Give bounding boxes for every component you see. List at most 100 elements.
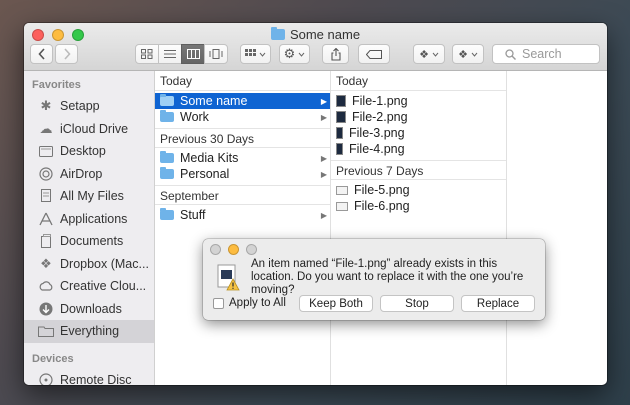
icon-view-button[interactable] (135, 44, 159, 64)
list-item-work[interactable]: Work ▶ (155, 109, 330, 125)
sidebar-item-setapp[interactable]: ✱ Setapp (24, 95, 154, 118)
folder-icon (270, 27, 285, 40)
action-button[interactable]: ⚙ (279, 44, 310, 64)
chevron-right-icon: ▶ (320, 112, 327, 122)
favorites-header: Favorites (32, 79, 81, 91)
sidebar-item-icloud-drive[interactable]: ☁ iCloud Drive (24, 118, 154, 141)
columns-icon (186, 49, 200, 59)
cover-flow-icon (209, 49, 223, 59)
tags-button[interactable] (358, 44, 390, 64)
image-file-icon (336, 185, 348, 195)
list-item-media-kits[interactable]: Media Kits ▶ (155, 150, 330, 166)
dropbox-button[interactable]: ❖ (413, 44, 445, 64)
tags-control (358, 44, 390, 64)
folder-icon (160, 151, 174, 163)
documents-icon (38, 233, 54, 249)
folder-icon (160, 94, 174, 106)
dropbox-icon: ❖ (458, 48, 468, 61)
list-item-file-4[interactable]: File-4.png (331, 141, 506, 157)
share-icon (330, 47, 341, 61)
dropbox-share-button[interactable]: ❖ (452, 44, 484, 64)
grid-icon (141, 49, 153, 59)
sidebar-item-remote-disc[interactable]: Remote Disc (24, 369, 154, 385)
chevron-right-icon: ▶ (320, 153, 327, 163)
dropbox-control: ❖ (413, 44, 445, 64)
desktop-icon (38, 143, 54, 159)
section-header: Previous 7 Days (331, 160, 506, 180)
sidebar-item-applications[interactable]: Applications (24, 208, 154, 231)
search-field[interactable]: Search (492, 44, 600, 64)
sidebar-item-airdrop[interactable]: AirDrop (24, 163, 154, 186)
list-item-personal[interactable]: Personal ▶ (155, 166, 330, 182)
devices-header: Devices (32, 352, 74, 365)
back-button[interactable] (30, 44, 53, 64)
share-button[interactable] (322, 44, 349, 64)
chevron-right-icon: ▶ (320, 169, 327, 179)
files-icon (38, 188, 54, 204)
dialog-close-button[interactable] (210, 244, 221, 255)
applications-icon (38, 211, 54, 227)
search-icon (505, 48, 516, 60)
chevron-down-icon (471, 52, 478, 57)
share-control (322, 44, 349, 64)
column-view-button[interactable] (181, 44, 205, 64)
sidebar-item-creative-cloud[interactable]: Creative Clou... (24, 275, 154, 298)
dialog-message: An item named “File-1.png” already exist… (251, 258, 524, 296)
apply-to-all-checkbox[interactable]: Apply to All (213, 297, 286, 309)
forward-button[interactable] (55, 44, 78, 64)
folder-icon (160, 208, 174, 220)
downloads-icon (38, 301, 54, 317)
dropbox-share-control: ❖ (452, 44, 484, 64)
sidebar-item-dropbox[interactable]: ❖ Dropbox (Mac... (24, 253, 154, 276)
nav-buttons (30, 44, 78, 64)
arrange-button[interactable] (240, 44, 271, 64)
sidebar-item-everything[interactable]: Everything (24, 320, 154, 343)
chevron-left-icon (37, 48, 45, 60)
stop-button[interactable]: Stop (380, 295, 454, 312)
list-item-stuff[interactable]: Stuff ▶ (155, 207, 330, 223)
checkbox-box[interactable] (213, 297, 224, 309)
cloud-icon: ☁ (39, 120, 53, 136)
section-header: Previous 30 Days (155, 128, 330, 148)
list-item-file-6[interactable]: File-6.png (331, 198, 506, 214)
list-item-file-2[interactable]: File-2.png (331, 109, 506, 125)
image-file-icon (336, 127, 343, 139)
dropbox-icon: ❖ (40, 255, 52, 271)
section-header: Today (155, 71, 330, 91)
chevron-right-icon: ▶ (320, 210, 327, 220)
sidebar-item-documents[interactable]: Documents (24, 230, 154, 253)
airdrop-icon (38, 166, 54, 182)
arrange-grid-icon (245, 49, 256, 56)
sidebar-item-downloads[interactable]: Downloads (24, 298, 154, 321)
column-folders: Today Some name ▶ Work ▶ Previous 30 Day… (155, 71, 331, 385)
image-file-icon (336, 143, 343, 155)
image-file-icon (336, 111, 346, 123)
finder-window: Some name ⚙ ❖ ❖ Search Favorites ✱ Setap… (24, 23, 607, 385)
setapp-icon: ✱ (40, 98, 52, 114)
list-item-file-5[interactable]: File-5.png (331, 182, 506, 198)
section-header: Today (331, 71, 506, 91)
disc-icon (38, 372, 54, 385)
search-placeholder: Search (522, 47, 562, 61)
list-item-file-3[interactable]: File-3.png (331, 125, 506, 141)
dialog-zoom-button[interactable] (246, 244, 257, 255)
gear-icon: ⚙ (283, 46, 296, 61)
toolbar: Some name ⚙ ❖ ❖ Search (24, 23, 607, 71)
folder-icon (160, 110, 174, 122)
list-view-button[interactable] (158, 44, 182, 64)
image-file-icon (336, 95, 346, 107)
creative-cloud-icon (38, 278, 54, 294)
sidebar-item-desktop[interactable]: Desktop (24, 140, 154, 163)
replace-button[interactable]: Replace (461, 295, 535, 312)
gallery-view-button[interactable] (204, 44, 228, 64)
folder-icon (160, 167, 174, 179)
chevron-down-icon (259, 52, 266, 57)
dialog-minimize-button[interactable] (228, 244, 239, 255)
chevron-down-icon (298, 52, 305, 57)
list-item-file-1[interactable]: File-1.png (331, 93, 506, 109)
chevron-right-icon (63, 48, 71, 60)
sidebar-item-all-my-files[interactable]: All My Files (24, 185, 154, 208)
keep-both-button[interactable]: Keep Both (299, 295, 373, 312)
view-mode-control (135, 44, 228, 64)
list-item-some-name[interactable]: Some name ▶ (155, 93, 330, 109)
